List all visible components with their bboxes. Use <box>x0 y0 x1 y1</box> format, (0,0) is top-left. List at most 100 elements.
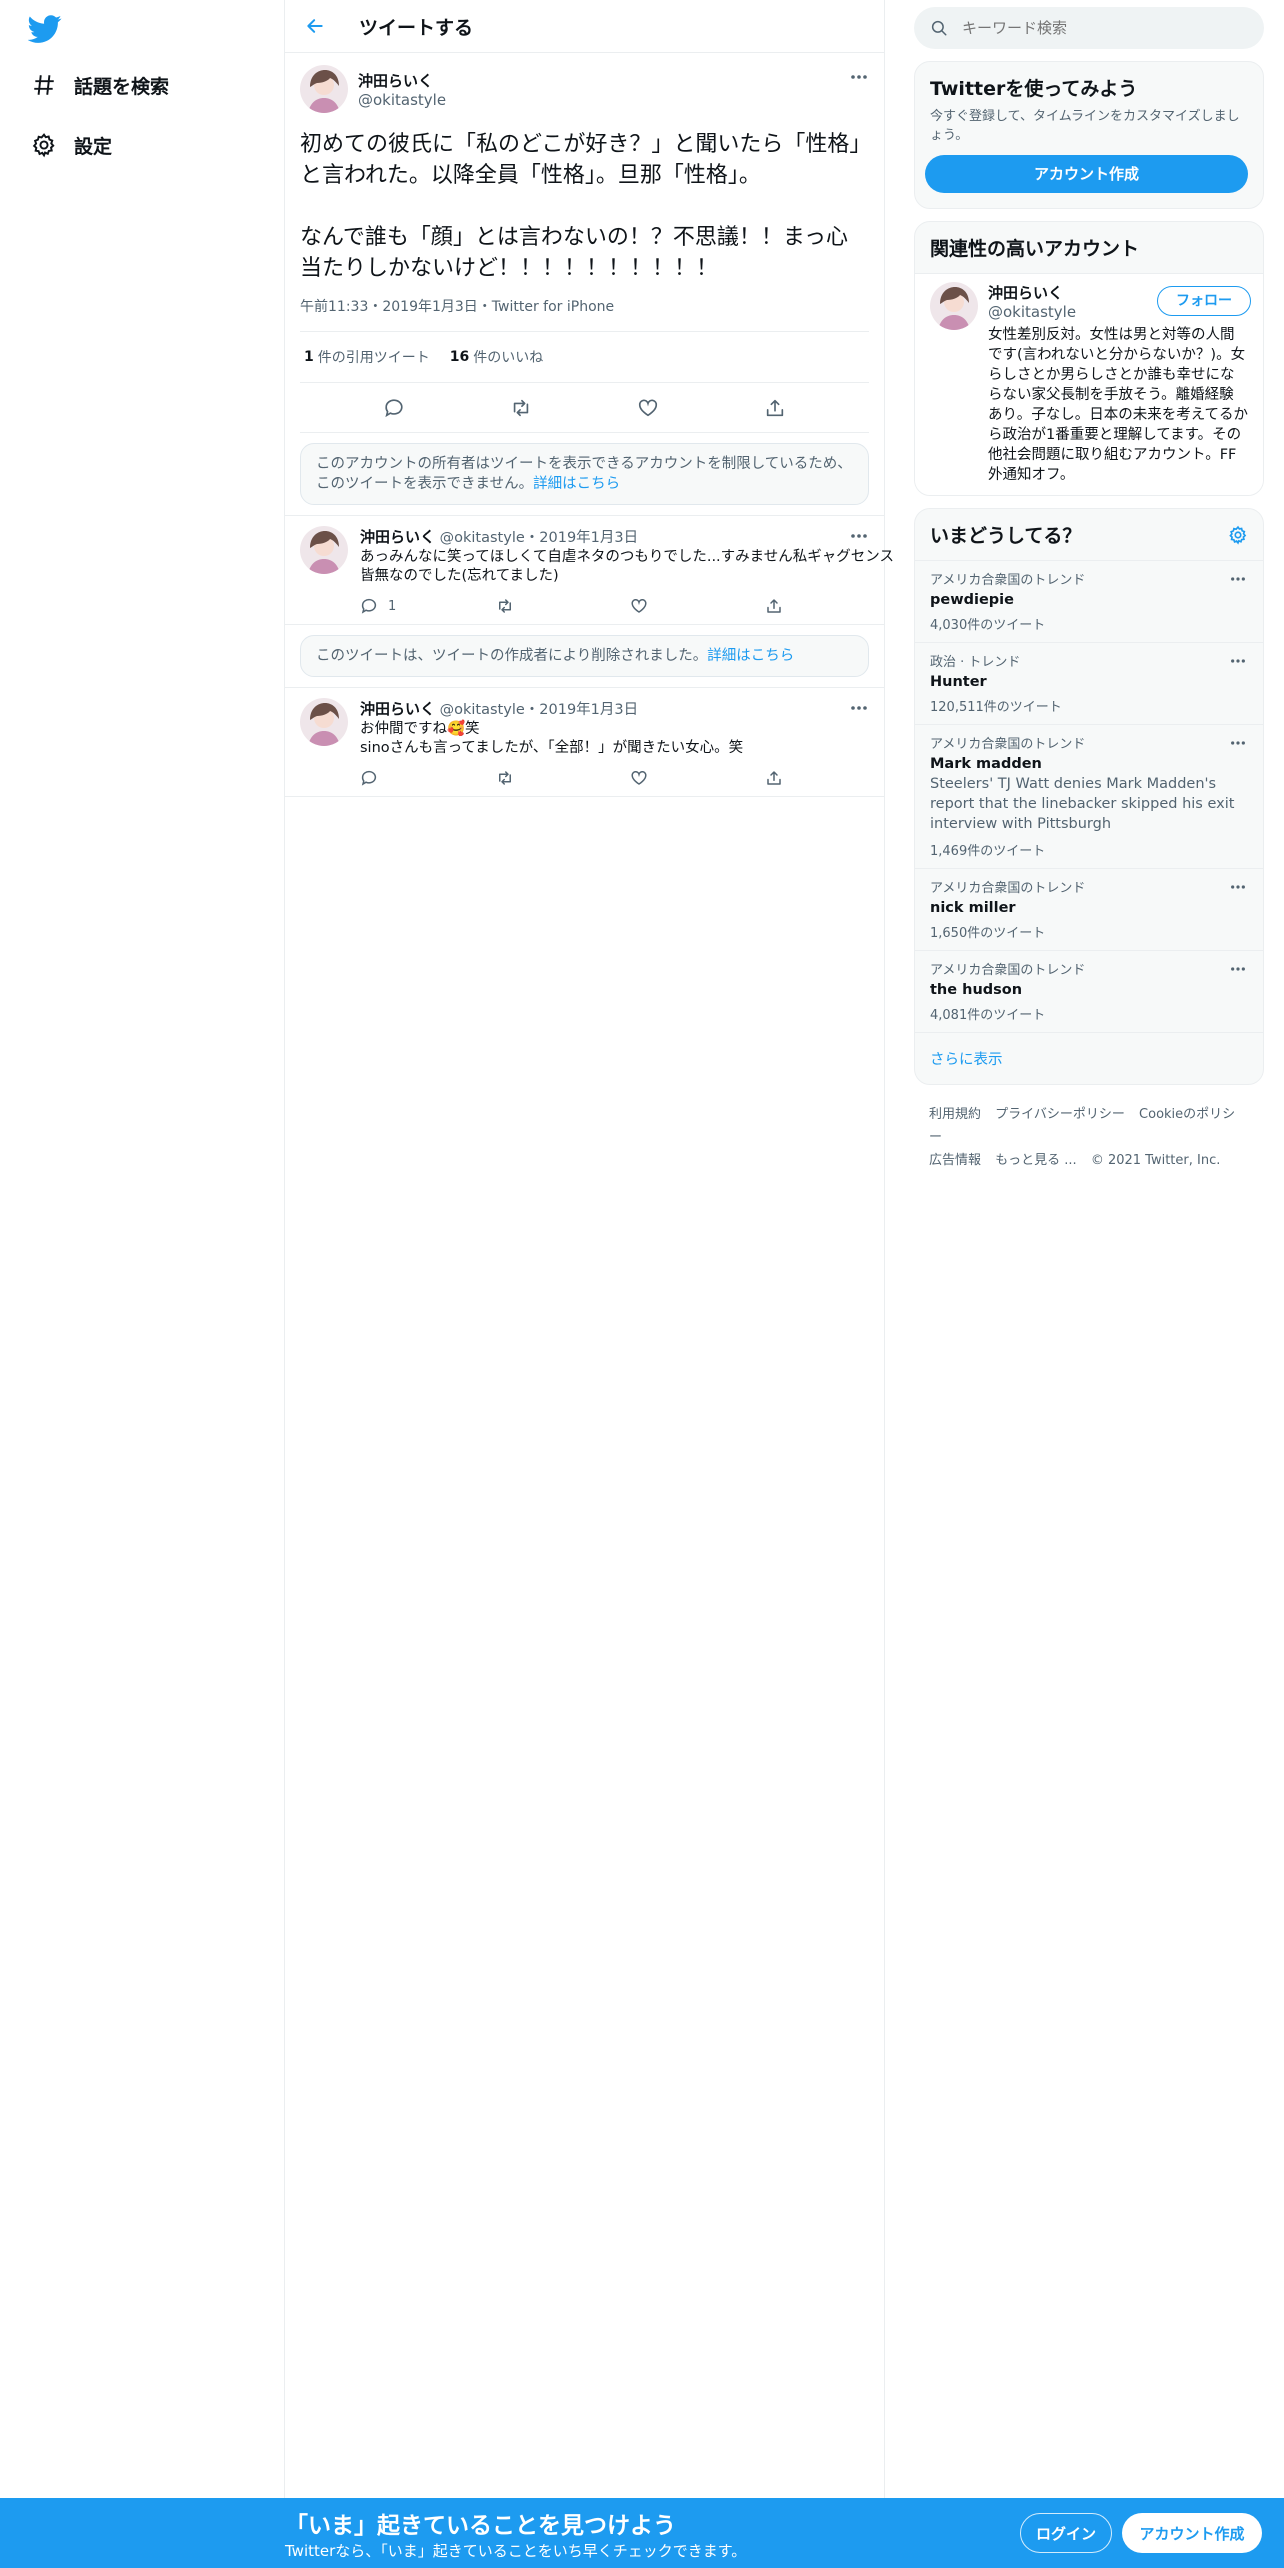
trend-name: pewdiepie <box>930 592 1014 608</box>
reply-tweet[interactable]: 沖田らいく @okitastyle・2019年1月3日 あっみんなに笑ってほしく… <box>285 516 894 625</box>
settings-gear-icon[interactable] <box>1228 525 1248 545</box>
reply-count: 1 <box>388 598 397 614</box>
avatar[interactable] <box>930 282 978 330</box>
retweet-icon <box>499 771 511 785</box>
trend-name: Hunter <box>930 674 987 690</box>
trend-context: 政治 · トレンド <box>930 655 1021 670</box>
share-button[interactable] <box>765 597 900 615</box>
ads-info-link[interactable]: 広告情報 <box>929 1153 981 1168</box>
trend-item[interactable]: アメリカ合衆国のトレンド Mark madden Steelers' TJ Wa… <box>915 724 1263 868</box>
quote-label[interactable]: 件の引用ツイート <box>318 347 430 367</box>
retweet-button[interactable] <box>495 597 630 615</box>
privacy-link[interactable]: プライバシーポリシー <box>995 1107 1125 1122</box>
more-options-icon[interactable] <box>1225 569 1251 589</box>
share-icon <box>767 771 781 785</box>
trend-count: 120,511件のツイート <box>930 700 1062 715</box>
signup-banner: 「いま」起きていることを見つけよう Twitterなら、「いま」起きていることを… <box>0 2498 1284 2568</box>
like-count[interactable]: 16 <box>450 349 469 365</box>
reply-date[interactable]: ・2019年1月3日 <box>525 530 638 546</box>
learn-more-link[interactable]: 詳細はこちら <box>707 648 794 664</box>
search-box[interactable] <box>914 7 1264 49</box>
learn-more-link[interactable]: 詳細はこちら <box>533 476 620 492</box>
share-button[interactable] <box>765 769 900 787</box>
terms-link[interactable]: 利用規約 <box>929 1107 981 1122</box>
trend-context: アメリカ合衆国のトレンド <box>930 737 1086 752</box>
retweet-button[interactable] <box>495 769 630 787</box>
retweet-icon[interactable] <box>505 392 537 424</box>
author-handle[interactable]: @okitastyle <box>358 91 446 109</box>
gear-icon <box>28 129 60 161</box>
trend-item[interactable]: アメリカ合衆国のトレンド nick miller 1,650件のツイート <box>915 868 1263 950</box>
banner-subtitle: Twitterなら、「いま」起きていることをいち早くチェックできます。 <box>285 2542 747 2560</box>
related-account[interactable]: 沖田らいく @okitastyle 女性差別反対。女性は男と対等の人間です(言わ… <box>915 273 1263 495</box>
page-header: ツイートする <box>285 0 884 53</box>
copyright: © 2021 Twitter, Inc. <box>1090 1153 1221 1168</box>
trends-title: いまどうしてる？ <box>930 525 1082 547</box>
follow-button[interactable]: フォロー <box>1157 286 1251 316</box>
reply-date[interactable]: ・2019年1月3日 <box>525 702 638 718</box>
search-icon <box>930 19 948 37</box>
hashtag-icon <box>28 69 60 101</box>
back-arrow-icon[interactable] <box>301 12 329 40</box>
more-options-icon[interactable] <box>1225 877 1251 897</box>
reply-button[interactable] <box>360 769 495 787</box>
reply-tweet[interactable]: 沖田らいく @okitastyle・2019年1月3日 お仲間ですね🥰笑 sin… <box>285 688 884 797</box>
avatar[interactable] <box>300 698 348 746</box>
like-button[interactable] <box>630 769 765 787</box>
trend-item[interactable]: アメリカ合衆国のトレンド the hudson 4,081件のツイート <box>915 950 1263 1032</box>
trend-count: 1,469件のツイート <box>930 844 1046 859</box>
more-link[interactable]: もっと見る ... <box>995 1153 1077 1168</box>
create-account-button[interactable]: アカウント作成 <box>925 155 1248 193</box>
more-options-icon[interactable] <box>1225 651 1251 671</box>
signup-card: Twitterを使ってみよう 今すぐ登録して、タイムラインをカスタマイズしましょ… <box>914 61 1264 209</box>
reply-author-handle[interactable]: @okitastyle <box>440 702 525 718</box>
nav-explore[interactable]: 話題を検索 <box>28 65 169 105</box>
share-icon[interactable] <box>759 392 791 424</box>
show-more-link[interactable]: さらに表示 <box>915 1032 1263 1084</box>
reply-text: あっみんなに笑ってほしくて自虐ネタのつもりでした...すみません私ギャグセンス皆… <box>360 549 894 584</box>
trend-item[interactable]: アメリカ合衆国のトレンド pewdiepie 4,030件のツイート <box>915 560 1263 642</box>
more-options-icon[interactable] <box>846 698 872 718</box>
trend-context: アメリカ合衆国のトレンド <box>930 573 1086 588</box>
nav-settings[interactable]: 設定 <box>28 125 112 165</box>
trend-count: 4,081件のツイート <box>930 1008 1046 1023</box>
related-accounts-card: 関連性の高いアカウント 沖田らいく @okitastyle 女性差別反対。女性は… <box>914 221 1264 496</box>
quote-count[interactable]: 1 <box>304 349 314 365</box>
like-heart-icon[interactable] <box>632 392 664 424</box>
reply-author-name[interactable]: 沖田らいく <box>360 700 435 718</box>
related-bio: 女性差別反対。女性は男と対等の人間です(言われないと分からないか？)。女らしさと… <box>988 327 1248 483</box>
like-label[interactable]: 件のいいね <box>473 347 543 367</box>
banner-signup-button[interactable]: アカウント作成 <box>1122 2513 1262 2553</box>
tweet-timestamp[interactable]: 午前11:33・2019年1月3日・Twitter for iPhone <box>300 296 869 332</box>
more-options-icon[interactable] <box>1225 733 1251 753</box>
footer-links: 利用規約 プライバシーポリシー Cookieのポリシー 広告情報 もっと見る .… <box>914 1085 1264 1190</box>
trend-item[interactable]: 政治 · トレンド Hunter 120,511件のツイート <box>915 642 1263 724</box>
right-sidebar: Twitterを使ってみよう 今すぐ登録して、タイムラインをカスタマイズしましょ… <box>914 0 1264 1190</box>
reply-button[interactable]: 1 <box>360 597 495 615</box>
left-sidebar: 話題を検索 設定 <box>0 0 285 2498</box>
reply-author-name[interactable]: 沖田らいく <box>360 528 435 546</box>
nav-settings-label: 設定 <box>74 135 113 158</box>
tweet-stats: 1 件の引用ツイート 16 件のいいね <box>300 332 869 383</box>
author-name[interactable]: 沖田らいく <box>358 70 446 91</box>
more-options-icon[interactable] <box>846 526 872 546</box>
login-button[interactable]: ログイン <box>1020 2513 1112 2553</box>
more-options-icon[interactable] <box>846 67 872 87</box>
reply-author-handle[interactable]: @okitastyle <box>440 530 525 546</box>
reply-icon[interactable] <box>378 392 410 424</box>
twitter-bird-icon[interactable] <box>28 12 62 46</box>
tweet-text: 初めての彼氏に「私のどこが好き？」と聞いたら「性格」と言われた。以降全員「性格」… <box>300 132 861 281</box>
avatar[interactable] <box>300 526 348 574</box>
search-input[interactable] <box>962 19 1222 37</box>
trend-context: アメリカ合衆国のトレンド <box>930 881 1086 896</box>
like-button[interactable] <box>630 597 765 615</box>
signup-card-subtitle: 今すぐ登録して、タイムラインをカスタマイズしましょう。 <box>930 109 1240 143</box>
restricted-notice-row: このアカウントの所有者はツイートを表示できるアカウントを制限しているため、このツ… <box>285 443 884 516</box>
more-options-icon[interactable] <box>1225 959 1251 979</box>
trends-card: いまどうしてる？ アメリカ合衆国のトレンド pewdiepie 4,030件のツ… <box>914 508 1264 1085</box>
trends-header: いまどうしてる？ <box>915 509 1263 560</box>
avatar[interactable] <box>300 65 348 113</box>
deleted-notice-row: このツイートは、ツイートの作成者により削除されました。詳細はこちら <box>285 635 884 688</box>
related-title: 関連性の高いアカウント <box>930 238 1140 260</box>
trend-name: Mark madden <box>930 756 1042 772</box>
